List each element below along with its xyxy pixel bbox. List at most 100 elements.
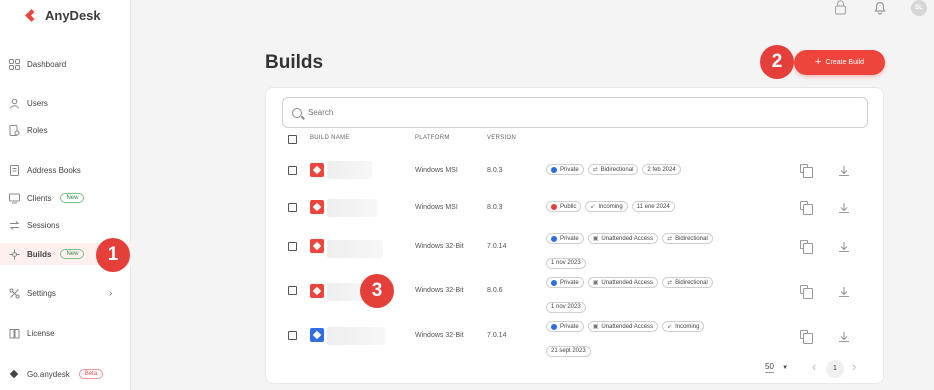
bidirectional-icon: ⇄ bbox=[667, 280, 673, 286]
settings-icon bbox=[9, 288, 20, 299]
mode-tag: ⇄ Bidirectional bbox=[587, 164, 639, 175]
row-checkbox[interactable] bbox=[288, 286, 297, 295]
download-icon[interactable] bbox=[838, 285, 850, 303]
page-title: Builds bbox=[265, 52, 324, 73]
search-input[interactable] bbox=[308, 108, 708, 117]
date-tag-row: 1 nov 2023 bbox=[546, 251, 586, 269]
build-icon bbox=[310, 284, 324, 298]
platform-cell: Windows MSI bbox=[415, 167, 458, 174]
row-checkbox[interactable] bbox=[288, 331, 297, 340]
download-icon[interactable] bbox=[838, 164, 850, 182]
build-name-redacted[interactable] bbox=[327, 327, 385, 345]
beta-badge: Beta bbox=[78, 369, 104, 379]
download-icon[interactable] bbox=[838, 240, 850, 258]
prev-page-icon[interactable]: ‹ bbox=[812, 359, 816, 374]
info-dot-icon bbox=[551, 166, 557, 173]
build-icon bbox=[310, 200, 324, 214]
platform-cell: Windows 32-Bit bbox=[415, 287, 464, 294]
search-icon bbox=[292, 107, 302, 118]
grid-icon bbox=[9, 58, 20, 70]
date-tag-row: 1 nov 2023 bbox=[546, 295, 586, 313]
sidebar-item-label: Roles bbox=[27, 125, 48, 135]
build-name-redacted[interactable] bbox=[327, 199, 377, 217]
info-dot-icon bbox=[551, 279, 557, 286]
select-all-checkbox[interactable] bbox=[288, 135, 297, 144]
copy-icon[interactable] bbox=[800, 285, 813, 299]
incoming-icon: ↙ bbox=[590, 204, 596, 210]
lock-icon[interactable] bbox=[834, 0, 848, 16]
build-icon bbox=[310, 163, 324, 177]
copy-icon[interactable] bbox=[800, 330, 813, 344]
info-dot-icon bbox=[551, 203, 557, 210]
bell-icon[interactable] bbox=[873, 0, 887, 16]
column-header-version[interactable]: VERSION bbox=[487, 135, 516, 141]
avatar[interactable]: SL bbox=[911, 0, 927, 16]
annotation-marker-3: 3 bbox=[360, 274, 394, 308]
version-cell: 7.0.14 bbox=[487, 243, 507, 250]
mode-tag: ⇄ Bidirectional bbox=[662, 277, 713, 288]
date-tag: 11 ene 2024 bbox=[631, 201, 675, 212]
roles-icon bbox=[9, 124, 20, 136]
build-name-redacted[interactable] bbox=[327, 161, 372, 179]
date-tag: 1 nov 2023 bbox=[546, 257, 586, 269]
date-tag: 21 sept 2023 bbox=[546, 345, 591, 357]
build-name-redacted[interactable] bbox=[327, 240, 383, 258]
tags-group: Private ⇄ Bidirectional 2 feb 2024 bbox=[546, 164, 681, 175]
sidebar-item-go-anydesk[interactable]: Go.anydesk Beta bbox=[9, 367, 104, 381]
date-tag: 1 nov 2023 bbox=[546, 301, 586, 313]
monitor-icon bbox=[9, 193, 20, 204]
page-size-select[interactable]: 50 ▼ bbox=[765, 362, 788, 373]
anydesk-logo[interactable]: AnyDesk bbox=[26, 8, 101, 23]
copy-icon[interactable] bbox=[800, 201, 813, 215]
version-cell: 8.0.3 bbox=[487, 167, 503, 174]
sidebar-item-roles[interactable]: Roles bbox=[9, 123, 47, 137]
sidebar-item-users[interactable]: Users bbox=[9, 96, 48, 110]
bidirectional-icon: ⇄ bbox=[592, 167, 598, 173]
next-page-icon[interactable]: › bbox=[852, 359, 856, 374]
column-header-build-name[interactable]: BUILD NAME bbox=[310, 135, 350, 141]
download-icon[interactable] bbox=[838, 330, 850, 348]
sidebar-item-label: Builds bbox=[27, 249, 52, 259]
sidebar-item-address-books[interactable]: Address Books bbox=[9, 163, 81, 177]
sidebar-item-dashboard[interactable]: Dashboard bbox=[9, 57, 66, 71]
sidebar-item-sessions[interactable]: Sessions bbox=[9, 218, 59, 232]
sidebar-item-label: Users bbox=[27, 98, 48, 108]
go-anydesk-icon bbox=[9, 369, 20, 380]
info-dot-icon bbox=[551, 235, 557, 242]
create-build-label: Create Build bbox=[825, 59, 864, 66]
current-page[interactable]: 1 bbox=[826, 360, 844, 378]
user-icon bbox=[9, 98, 20, 109]
incoming-icon: ↙ bbox=[667, 324, 673, 330]
unattended-icon: ▣ bbox=[592, 280, 599, 286]
bidirectional-icon: ⇄ bbox=[667, 236, 673, 242]
mode-tag: ↙ Incoming bbox=[585, 201, 628, 212]
sidebar-item-settings[interactable]: Settings › bbox=[9, 286, 112, 300]
sidebar-item-license[interactable]: License bbox=[9, 326, 55, 340]
sidebar: AnyDesk Dashboard Users Roles Address Bo… bbox=[0, 0, 131, 390]
sidebar-item-label: Settings bbox=[27, 288, 56, 298]
sidebar-item-label: Go.anydesk bbox=[27, 369, 70, 379]
brand-name: AnyDesk bbox=[45, 8, 101, 23]
visibility-tag: Private bbox=[546, 321, 584, 332]
column-header-platform[interactable]: PLATFORM bbox=[415, 135, 450, 141]
sidebar-item-label: Dashboard bbox=[27, 59, 67, 69]
row-checkbox[interactable] bbox=[288, 166, 297, 175]
unattended-icon: ▣ bbox=[592, 236, 599, 242]
new-badge: New bbox=[60, 249, 85, 259]
row-checkbox[interactable] bbox=[288, 242, 297, 251]
row-checkbox[interactable] bbox=[288, 203, 297, 212]
copy-icon[interactable] bbox=[800, 164, 813, 178]
visibility-tag: Public bbox=[546, 201, 582, 212]
sidebar-item-clients[interactable]: Clients New bbox=[9, 191, 85, 205]
download-icon[interactable] bbox=[838, 201, 850, 219]
platform-cell: Windows MSI bbox=[415, 204, 458, 211]
visibility-tag: Private bbox=[546, 233, 584, 244]
sidebar-item-label: Address Books bbox=[27, 165, 81, 175]
mode-tag: ⇄ Bidirectional bbox=[662, 233, 713, 244]
mode-tag: ↙ Incoming bbox=[662, 321, 705, 332]
info-dot-icon bbox=[551, 323, 557, 330]
search-bar[interactable] bbox=[282, 97, 868, 128]
create-build-button[interactable]: + Create Build bbox=[794, 50, 885, 75]
copy-icon[interactable] bbox=[800, 240, 813, 254]
date-tag-row: 21 sept 2023 bbox=[546, 339, 591, 357]
